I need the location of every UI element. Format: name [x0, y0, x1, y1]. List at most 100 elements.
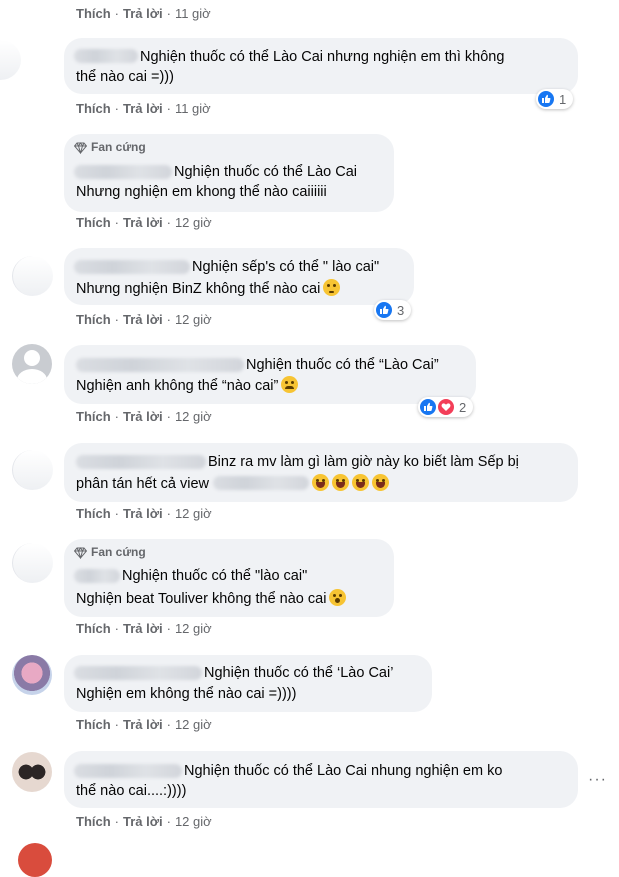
comment-text: Nghiện thuốc có thể Lào Cai nhưng nghiện… — [140, 49, 505, 65]
reply-action[interactable]: Trả lời — [123, 215, 163, 230]
avatar[interactable] — [12, 450, 53, 490]
reaction-summary[interactable]: 2 — [418, 397, 474, 417]
diamond-icon — [74, 546, 87, 559]
avatar[interactable] — [12, 543, 53, 583]
avatar[interactable] — [12, 655, 52, 695]
avatar[interactable] — [0, 40, 21, 80]
timestamp[interactable]: 12 giờ — [175, 312, 212, 327]
reply-action[interactable]: Trả lời — [123, 814, 163, 829]
avatar[interactable] — [12, 752, 52, 792]
reaction-count: 2 — [459, 399, 467, 415]
comment-actions-top: Thích · Trả lời · 11 giờ — [76, 6, 211, 21]
comment-text-content: Nhưng nghiện BinZ không thể nào cai — [76, 281, 321, 297]
timestamp[interactable]: 12 giờ — [175, 621, 212, 636]
comment-text: Nghiện em không thể nào cai =)))) — [76, 686, 297, 702]
awkward-emoji-icon — [329, 589, 347, 606]
like-action[interactable]: Thích — [76, 506, 111, 521]
reply-action[interactable]: Trả lời — [123, 6, 163, 21]
rofl-emoji-icon — [312, 474, 330, 491]
timestamp[interactable]: 11 giờ — [175, 6, 211, 21]
separator: · — [166, 215, 171, 230]
separator: · — [166, 506, 171, 521]
redacted-author-name — [74, 569, 120, 583]
comment-text: Nghiện beat Touliver không thể nào cai — [76, 589, 347, 609]
love-reaction-icon — [438, 399, 454, 415]
reaction-summary[interactable]: 1 — [536, 89, 574, 109]
separator: · — [166, 6, 171, 21]
reaction-summary[interactable]: 3 — [374, 300, 412, 320]
reply-action[interactable]: Trả lời — [123, 101, 163, 116]
reply-action[interactable]: Trả lời — [123, 312, 163, 327]
more-options-button[interactable]: ··· — [588, 771, 607, 789]
separator: · — [114, 814, 120, 829]
comment-actions: Thích · Trả lời · 12 giờ — [76, 409, 212, 424]
redacted-author-name — [74, 666, 202, 680]
separator: · — [114, 506, 120, 521]
separator: · — [114, 409, 120, 424]
comment-text: Nghiện thuốc có thể ‘Lào Cai’ — [204, 665, 394, 681]
timestamp[interactable]: 11 giờ — [175, 101, 211, 116]
diamond-icon — [74, 141, 87, 154]
redacted-author-name — [74, 49, 138, 63]
reply-action[interactable]: Trả lời — [123, 409, 163, 424]
comment-text: Nghiện thuốc có thể "lào cai" — [122, 568, 308, 584]
like-reaction-icon — [538, 91, 554, 107]
separator: · — [166, 101, 171, 116]
like-action[interactable]: Thích — [76, 6, 111, 21]
comment-text-content: Nghiện beat Touliver không thể nào cai — [76, 591, 327, 607]
timestamp[interactable]: 12 giờ — [175, 215, 212, 230]
comment-text: thể nào cai....:)))) — [76, 783, 187, 799]
redacted-author-name — [74, 260, 190, 274]
timestamp[interactable]: 12 giờ — [175, 506, 212, 521]
separator: · — [166, 717, 171, 732]
timestamp[interactable]: 12 giờ — [175, 409, 212, 424]
comment-text: Nghiện thuốc có thể Lào Cai — [174, 164, 357, 180]
timestamp[interactable]: 12 giờ — [175, 717, 212, 732]
redacted-author-name — [74, 165, 172, 179]
redacted-author-name — [76, 455, 206, 469]
comment-actions: Thích · Trả lời · 12 giờ — [76, 814, 212, 829]
comment-text-content: Nghiện anh không thể “nào cai” — [76, 378, 279, 394]
comment-text: phân tán hết cả view — [76, 474, 390, 494]
like-action[interactable]: Thích — [76, 101, 111, 116]
separator: · — [114, 215, 120, 230]
comment-actions: Thích · Trả lời · 12 giờ — [76, 621, 212, 636]
separator: · — [114, 6, 120, 21]
separator: · — [114, 717, 120, 732]
timestamp[interactable]: 12 giờ — [175, 814, 212, 829]
like-reaction-icon — [376, 302, 392, 318]
avatar[interactable] — [12, 344, 52, 384]
separator: · — [166, 409, 171, 424]
comment-text: Nghiện thuốc có thể “Lào Cai” — [246, 357, 439, 373]
reaction-count: 3 — [397, 302, 405, 318]
separator: · — [114, 621, 120, 636]
reply-action[interactable]: Trả lời — [123, 621, 163, 636]
separator: · — [166, 621, 171, 636]
reply-action[interactable]: Trả lời — [123, 717, 163, 732]
redacted-mention — [213, 476, 310, 490]
like-action[interactable]: Thích — [76, 312, 111, 327]
avatar[interactable] — [18, 843, 52, 877]
comment-text: Nhưng nghiện BinZ không thể nào cai — [76, 279, 341, 299]
comment-text: Nghiện sếp's có thể " lào cai" — [192, 259, 380, 275]
comment-actions: Thích · Trả lời · 12 giờ — [76, 717, 212, 732]
reply-action[interactable]: Trả lời — [123, 506, 163, 521]
fan-badge-label: Fan cứng — [91, 545, 146, 559]
redacted-author-name — [74, 764, 182, 778]
comment-actions: Thích · Trả lời · 12 giờ — [76, 215, 212, 230]
comment-actions: Thích · Trả lời · 12 giờ — [76, 506, 212, 521]
separator: · — [114, 312, 120, 327]
like-action[interactable]: Thích — [76, 621, 111, 636]
comment-actions: Thích · Trả lời · 11 giờ — [76, 101, 211, 116]
like-action[interactable]: Thích — [76, 215, 111, 230]
like-action[interactable]: Thích — [76, 814, 111, 829]
like-action[interactable]: Thích — [76, 717, 111, 732]
like-reaction-icon — [420, 399, 436, 415]
comment-text: Nghiện thuốc có thể Lào Cai nhung nghiện… — [184, 763, 503, 779]
comment-text-content: phân tán hết cả view — [76, 476, 210, 492]
comment-text: thể nào cai =))) — [76, 69, 174, 85]
comment-actions: Thích · Trả lời · 12 giờ — [76, 312, 212, 327]
avatar[interactable] — [12, 256, 53, 296]
like-action[interactable]: Thích — [76, 409, 111, 424]
fan-badge: Fan cứng — [74, 545, 146, 559]
